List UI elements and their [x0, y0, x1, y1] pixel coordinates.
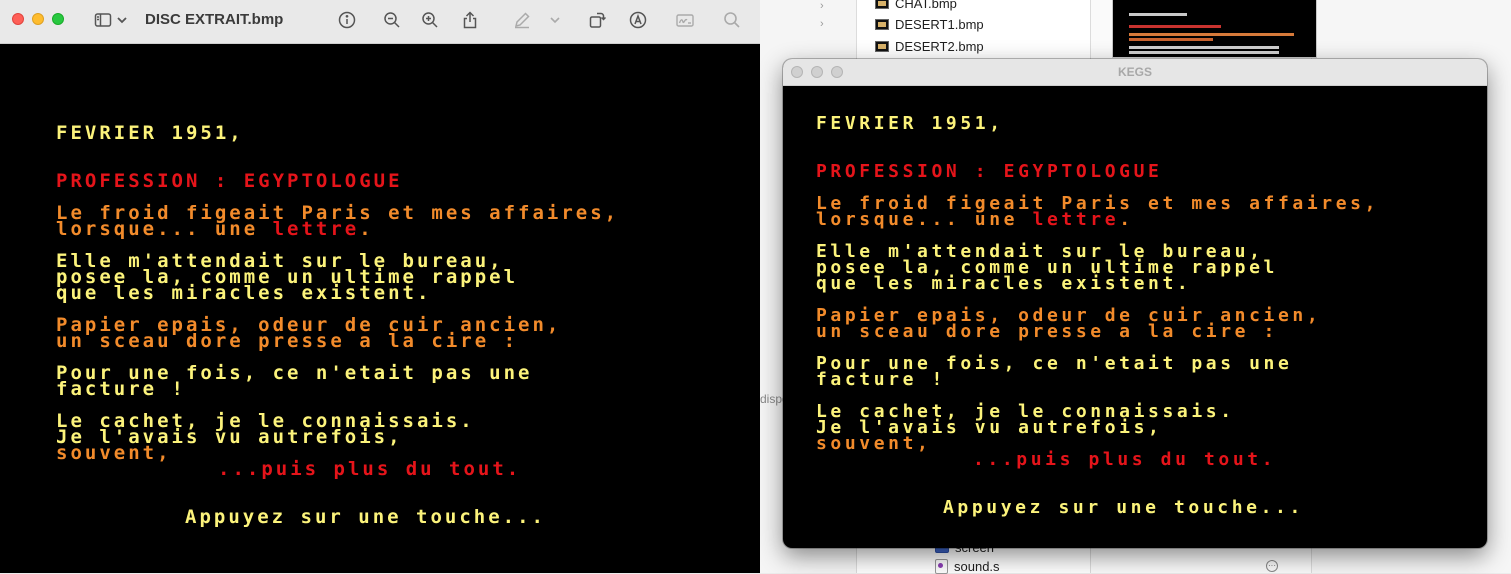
image-preview-thumbnail — [1112, 0, 1317, 58]
minimize-window-button[interactable] — [32, 13, 44, 25]
finder-file-item[interactable]: sound.s — [935, 559, 1000, 574]
text-date: FEVRIER 1951, — [56, 122, 244, 144]
text-line: lorsque... une lettre. — [816, 209, 1134, 230]
finder-file-item[interactable]: CHAT.bmp — [875, 0, 957, 11]
text-line: un sceau dore presse a la cire : — [816, 321, 1278, 342]
text-line: que les miracles existent. — [56, 282, 432, 304]
zoom-window-button[interactable] — [52, 13, 64, 25]
kegs-emulator-window: KEGS FEVRIER 1951, PROFESSION : EGYPTOLO… — [783, 59, 1487, 548]
text-fragment-highlight: lettre — [272, 218, 360, 240]
press-key-prompt: Appuyez sur une touche... — [185, 506, 546, 528]
search-icon[interactable] — [719, 8, 745, 32]
press-key-prompt: Appuyez sur une touche... — [943, 497, 1304, 518]
text-line: que les miracles existent. — [816, 273, 1192, 294]
text-fragment: lorsque... une — [816, 209, 1033, 230]
text-line: facture ! — [56, 378, 186, 400]
finder-file-name: DESERT2.bmp — [895, 39, 984, 54]
bmp-file-icon — [875, 0, 889, 9]
finder-file-name: DESERT1.bmp — [895, 17, 984, 32]
bmp-file-icon — [875, 19, 889, 30]
text-line: facture ! — [816, 369, 946, 390]
kegs-titlebar[interactable]: KEGS — [783, 59, 1487, 86]
text-line: ...puis plus du tout. — [218, 458, 522, 480]
share-icon[interactable] — [457, 8, 483, 32]
chevron-right-icon[interactable]: › — [820, 18, 824, 30]
preview-window: DISC EXTRAIT.bmp FEVRIER 1951, PROFESSIO… — [0, 0, 760, 573]
finder-file-name: CHAT.bmp — [895, 0, 957, 11]
bmp-file-icon — [875, 41, 889, 52]
text-line: ...puis plus du tout. — [973, 449, 1277, 470]
source-file-icon — [935, 559, 948, 574]
text-date: FEVRIER 1951, — [816, 113, 1004, 134]
finder-file-item[interactable]: DESERT2.bmp — [875, 39, 984, 54]
text-profession: PROFESSION : EGYPTOLOGUE — [816, 161, 1163, 182]
rotate-icon[interactable] — [584, 8, 610, 32]
highlight-icon[interactable] — [625, 8, 651, 32]
window-title: DISC EXTRAIT.bmp — [145, 11, 284, 28]
chevron-right-icon[interactable]: › — [820, 0, 824, 12]
window-title: KEGS — [1117, 65, 1152, 79]
text-fragment: lorsque... une — [56, 218, 273, 240]
markup-pen-icon[interactable] — [509, 8, 535, 32]
chevron-down-icon[interactable] — [545, 8, 565, 32]
text-line: souvent, — [56, 442, 172, 464]
text-profession: PROFESSION : EGYPTOLOGUE — [56, 170, 403, 192]
chevron-down-icon[interactable] — [112, 8, 132, 32]
info-icon[interactable] — [334, 8, 360, 32]
text-fragment: . — [359, 218, 374, 240]
text-line: lorsque... une lettre. — [56, 218, 374, 240]
apple2-screen-image: FEVRIER 1951, PROFESSION : EGYPTOLOGUE L… — [56, 124, 616, 527]
finder-file-item[interactable]: DESERT1.bmp — [875, 17, 984, 32]
signature-icon[interactable] — [672, 8, 698, 32]
text-line: souvent, — [816, 433, 932, 454]
zoom-in-icon[interactable] — [417, 8, 443, 32]
more-options-icon[interactable]: ··· — [1266, 560, 1278, 572]
zoom-out-icon[interactable] — [379, 8, 405, 32]
emulator-screen[interactable]: FEVRIER 1951, PROFESSION : EGYPTOLOGUE L… — [816, 115, 1375, 517]
preview-toolbar: DISC EXTRAIT.bmp — [0, 0, 760, 44]
text-fragment: . — [1119, 209, 1134, 230]
finder-file-name: sound.s — [954, 559, 1000, 574]
text-fragment-highlight: lettre — [1032, 209, 1120, 230]
close-window-button[interactable] — [12, 13, 24, 25]
text-line: un sceau dore presse a la cire : — [56, 330, 519, 352]
